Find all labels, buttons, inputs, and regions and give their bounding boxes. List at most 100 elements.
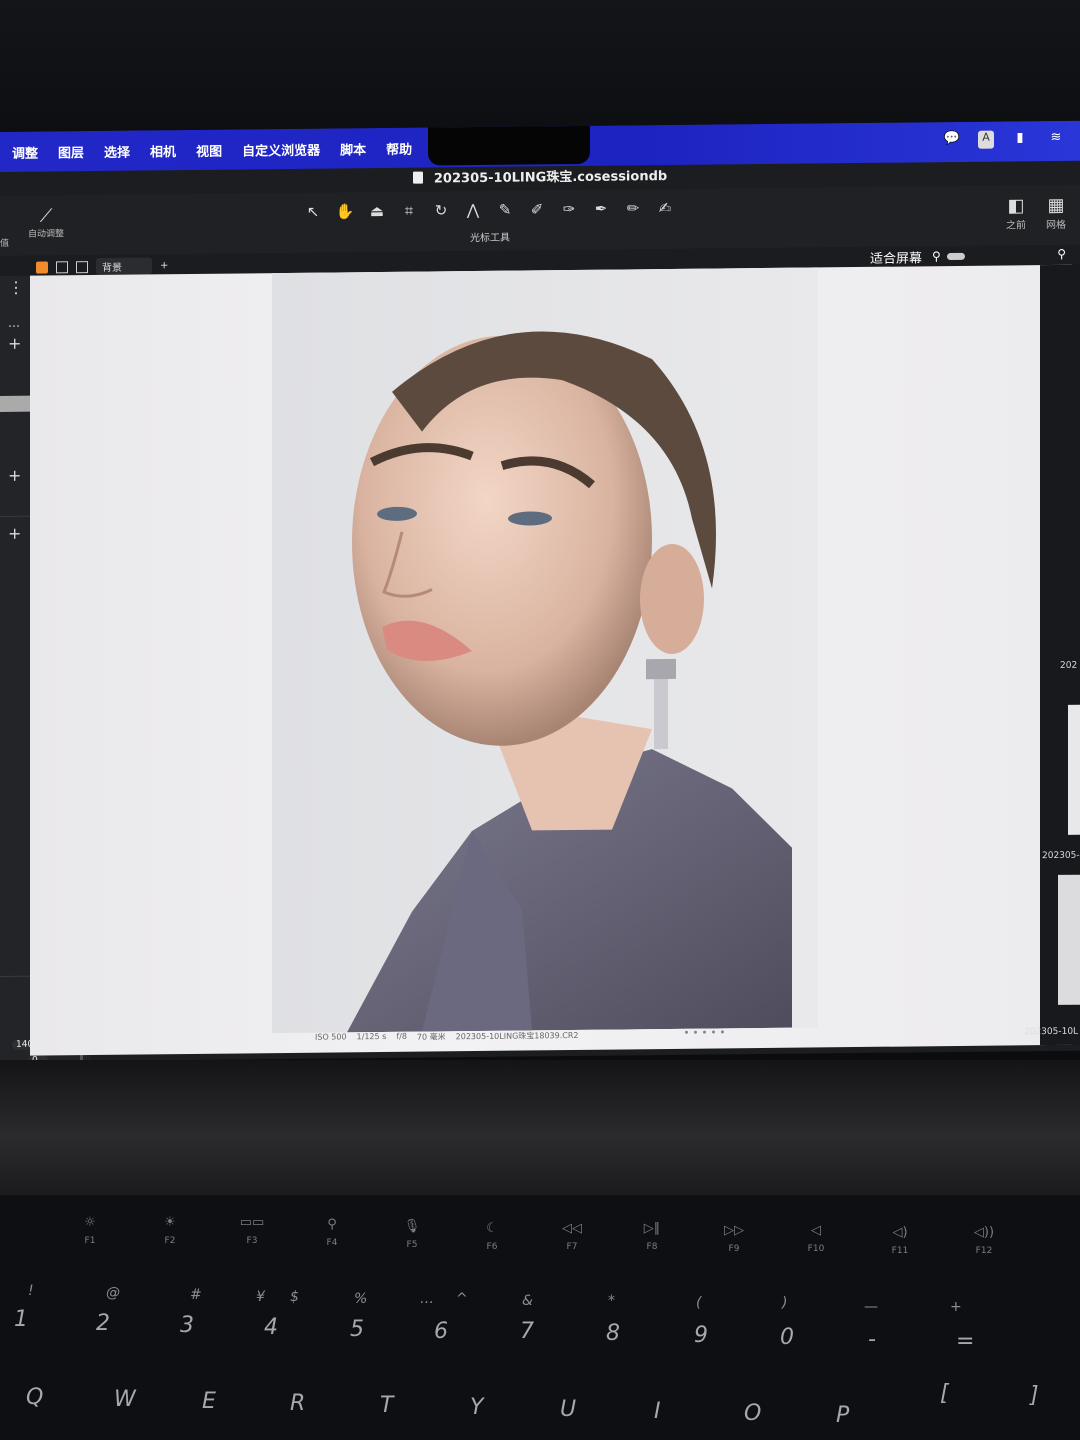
menu-camera[interactable]: 相机 [150, 141, 176, 160]
f1-key[interactable]: ☼ F1 [60, 1215, 120, 1246]
fit-to-screen-label[interactable]: 适合屏幕 [870, 247, 922, 267]
menu-custom-browser[interactable]: 自定义浏览器 [242, 139, 320, 159]
add-adjustment-icon[interactable]: + [8, 466, 21, 485]
key-minus[interactable]: - [868, 1327, 876, 1352]
rating-dot[interactable] [685, 1030, 688, 1034]
auto-adjust-label: 自动调整 [27, 229, 64, 240]
image-viewer[interactable]: ISO 500 1/125 s f/8 70 毫米 202305-10LING珠… [30, 264, 1072, 1056]
key-t[interactable]: T [380, 1393, 393, 1418]
key-w[interactable]: W [114, 1387, 136, 1412]
layers-grid-icon[interactable] [36, 260, 48, 274]
zoom-control: ⚲ [932, 249, 965, 263]
rewind-icon: ◁◁ [562, 1221, 582, 1236]
cursor-tools: ↖ ✋ ⏏ ⌗ ↻ ⋀ ✎ ✐ ✑ ✒ ✏ ✍ [300, 197, 678, 223]
camera-view-icon[interactable] [76, 260, 88, 273]
annotate-tool-icon[interactable]: ✍ [652, 197, 678, 219]
key-5[interactable]: 5 [350, 1317, 364, 1342]
before-after-button[interactable]: ◧ 之前 [1006, 195, 1026, 231]
more-icon[interactable]: … [8, 316, 20, 330]
key-4[interactable]: 4 [264, 1315, 278, 1340]
menu-help[interactable]: 帮助 [386, 138, 412, 157]
brush-tool-icon[interactable]: ✐ [524, 198, 550, 220]
clone-tool-icon[interactable]: ✒ [588, 198, 614, 220]
zoom-out-icon[interactable]: ⚲ [932, 249, 941, 263]
key-6[interactable]: 6 [434, 1319, 448, 1344]
key-r[interactable]: R [290, 1391, 305, 1416]
crop-tool-icon[interactable]: ⌗ [396, 200, 422, 222]
mute-icon: ◁ [811, 1223, 821, 1238]
compare-icon: ◧ [1007, 195, 1025, 217]
f11-key[interactable]: ◁) F11 [870, 1225, 930, 1256]
rating-dot[interactable] [712, 1030, 715, 1034]
key-right-bracket[interactable]: ] [1030, 1383, 1039, 1408]
menu-adjust[interactable]: 调整 [12, 142, 38, 161]
key-q[interactable]: Q [26, 1385, 43, 1410]
key-left-bracket[interactable]: [ [940, 1381, 949, 1406]
thumbnail[interactable] [1058, 874, 1080, 1005]
rating-dot[interactable] [703, 1030, 706, 1034]
auto-adjust-button[interactable]: ⟋ 自动调整 [26, 205, 66, 239]
heal-tool-icon[interactable]: ✑ [556, 198, 582, 220]
f9-key[interactable]: ▷▷ F9 [704, 1223, 764, 1254]
add-layer-icon[interactable]: + [160, 260, 168, 271]
more-options-icon[interactable]: ⋮ [8, 278, 24, 297]
f3-key[interactable]: ▭▭ F3 [222, 1215, 282, 1246]
key-3[interactable]: 3 [180, 1313, 194, 1338]
zoom-slider[interactable] [946, 252, 965, 260]
window-title: 202305-10LING珠宝.cosessiondb [433, 169, 668, 187]
rating-dot[interactable] [721, 1030, 724, 1034]
key-p[interactable]: P [836, 1403, 849, 1428]
iso-value: ISO 500 [315, 1032, 347, 1042]
key-equals[interactable]: = [956, 1329, 974, 1354]
zoom-in-icon[interactable]: ⚲ [1057, 247, 1066, 261]
add-icon[interactable]: + [8, 334, 21, 353]
key-0[interactable]: 0 [780, 1325, 794, 1350]
cursor-tools-label: 光标工具 [470, 232, 510, 245]
key-1[interactable]: 1 [14, 1307, 28, 1332]
key-y[interactable]: Y [470, 1395, 483, 1420]
single-view-icon[interactable] [56, 260, 68, 273]
hand-tool-icon[interactable]: ✋ [332, 200, 358, 222]
menu-scripts[interactable]: 脚本 [340, 139, 366, 158]
key-o[interactable]: O [744, 1401, 761, 1426]
picker-tool-icon[interactable]: ✎ [492, 199, 518, 221]
menu-layers[interactable]: 图层 [58, 142, 84, 161]
f4-key[interactable]: ⚲ F4 [302, 1217, 362, 1248]
key-8[interactable]: 8 [606, 1321, 620, 1346]
key-i[interactable]: I [654, 1399, 661, 1424]
f5-key[interactable]: 🎙 F5 [382, 1219, 442, 1250]
rating-dots[interactable] [685, 1030, 724, 1034]
f7-key[interactable]: ◁◁ F7 [542, 1221, 602, 1252]
f10-key[interactable]: ◁ F10 [786, 1223, 846, 1254]
key-symbol: — [864, 1299, 878, 1315]
rating-dot[interactable] [694, 1030, 697, 1034]
key-e[interactable]: E [202, 1389, 216, 1414]
grid-button[interactable]: ▦ 网格 [1046, 195, 1066, 231]
key-label: F1 [84, 1236, 96, 1246]
eraser-tool-icon[interactable]: ✏ [620, 197, 646, 219]
f8-key[interactable]: ▷∥ F8 [622, 1221, 682, 1252]
key-7[interactable]: 7 [520, 1319, 534, 1344]
mission-control-icon: ▭▭ [239, 1215, 265, 1230]
wechat-icon[interactable]: 💬 [942, 131, 962, 149]
input-method-icon[interactable]: A [978, 130, 994, 149]
wifi-icon[interactable]: ≋ [1046, 130, 1066, 148]
add-curve-icon[interactable]: + [8, 524, 21, 543]
key-u[interactable]: U [560, 1397, 576, 1422]
thumbnail[interactable] [1068, 704, 1080, 835]
key-9[interactable]: 9 [694, 1323, 708, 1348]
f2-key[interactable]: ☀ F2 [140, 1215, 200, 1246]
panel-selection-bar[interactable] [0, 395, 32, 412]
f12-key[interactable]: ◁)) F12 [954, 1225, 1014, 1256]
battery-icon[interactable]: ▮ [1010, 130, 1030, 148]
key-2[interactable]: 2 [96, 1311, 110, 1336]
f6-key[interactable]: ☾ F6 [462, 1221, 522, 1252]
layer-select[interactable]: 背景 [96, 257, 152, 275]
keystone-tool-icon[interactable]: ⋀ [460, 199, 486, 221]
mask-tool-icon[interactable]: ⏏ [364, 200, 390, 222]
rotate-tool-icon[interactable]: ↻ [428, 199, 454, 221]
menu-view[interactable]: 视图 [196, 140, 222, 159]
menu-select[interactable]: 选择 [104, 141, 130, 160]
key-label: F7 [566, 1242, 578, 1252]
select-cursor-icon[interactable]: ↖ [300, 201, 326, 223]
